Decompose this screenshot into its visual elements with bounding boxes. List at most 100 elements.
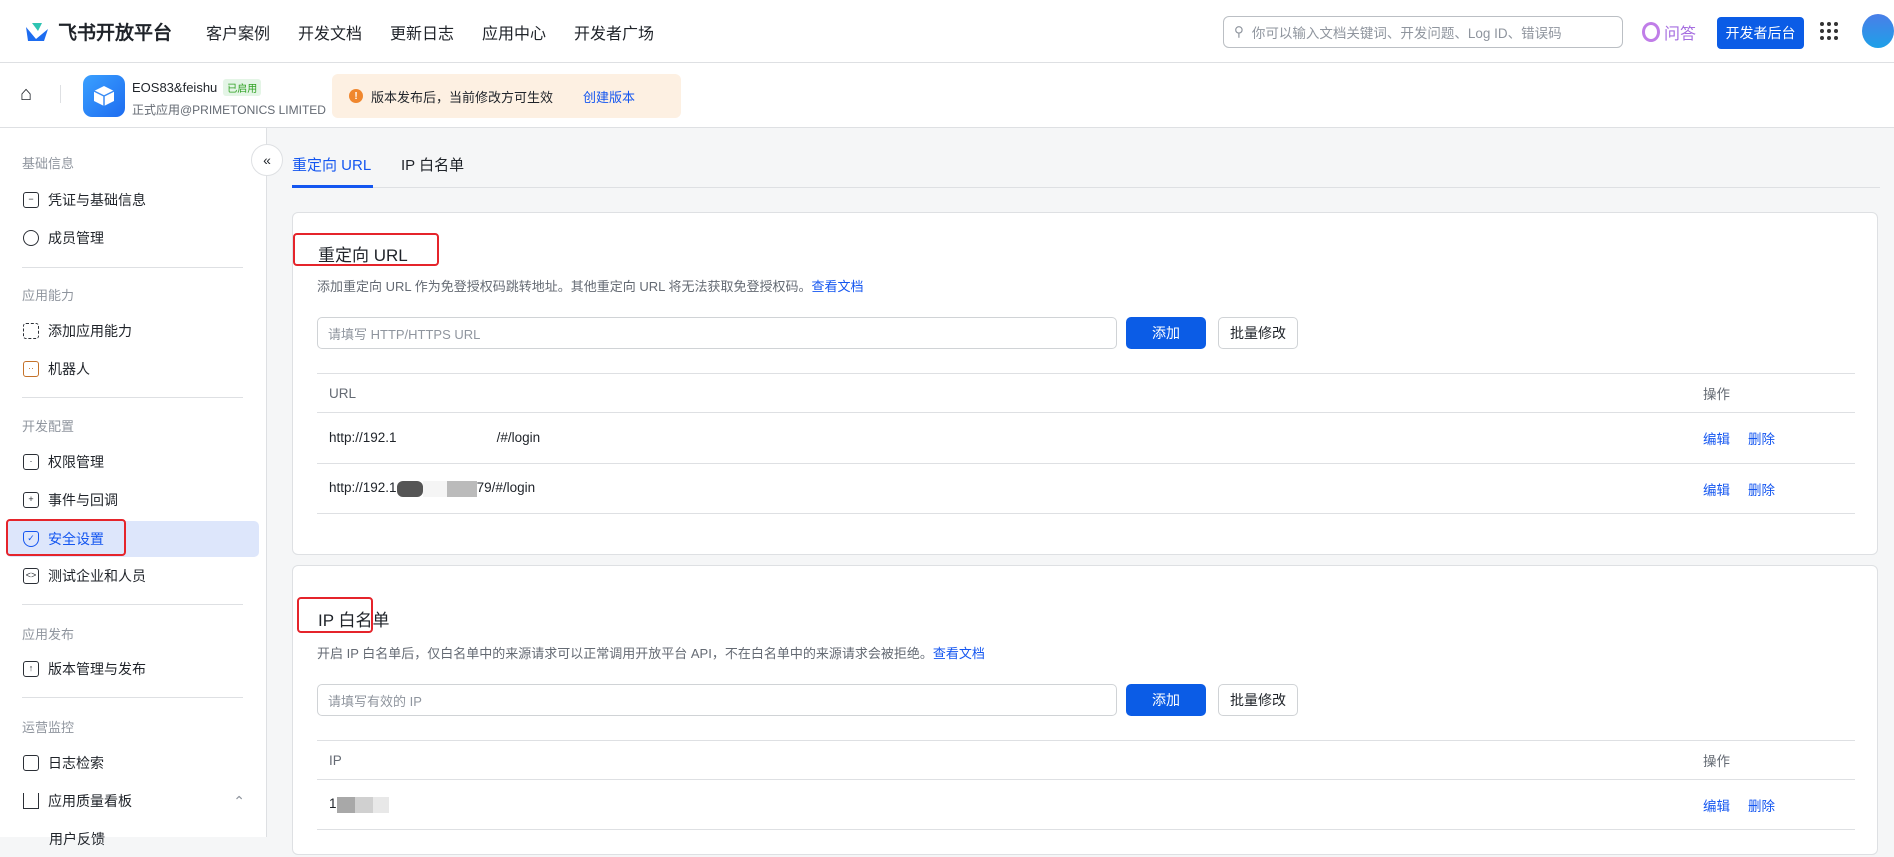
user-avatar[interactable]	[1862, 14, 1894, 48]
sidebar-item-release[interactable]: ↑ 版本管理与发布	[6, 651, 259, 687]
nav-developer-square[interactable]: 开发者广场	[574, 20, 654, 44]
notice-text: 版本发布后，当前修改方可生效	[371, 89, 554, 105]
sidebar-item-feedback[interactable]: 用户反馈	[6, 821, 259, 857]
group-title: 基础信息	[22, 156, 75, 171]
top-navbar: 飞书开放平台 客户案例 开发文档 更新日志 应用中心 开发者广场 ⚲ 你可以输入…	[0, 0, 1894, 63]
group-title: 运营监控	[22, 720, 75, 735]
view-docs-link[interactable]: 查看文档	[812, 279, 864, 294]
col-ops: 操作	[1703, 754, 1730, 769]
tab-redirect-url[interactable]: 重定向 URL	[292, 154, 371, 175]
collapse-sidebar-button[interactable]: «	[251, 144, 283, 176]
home-icon[interactable]: ⌂	[20, 83, 32, 106]
nav-app-center[interactable]: 应用中心	[482, 20, 546, 44]
divider	[22, 397, 243, 398]
ip-prefix: 1	[329, 796, 337, 812]
section-description: 开启 IP 白名单后，仅白名单中的来源请求可以正常调用开放平台 API，不在白名…	[317, 643, 985, 662]
sidebar-item-credentials[interactable]: − 凭证与基础信息	[6, 182, 259, 218]
sidebar-item-logs[interactable]: 日志检索	[6, 745, 259, 781]
redaction	[446, 480, 477, 497]
sidebar-item-members[interactable]: 成员管理	[6, 220, 259, 256]
sidebar-item-add-capability[interactable]: 添加应用能力	[6, 313, 259, 349]
item-label: 日志检索	[48, 755, 104, 771]
user-add-icon	[23, 230, 39, 246]
app-subtitle: 正式应用@PRIMETONICS LIMITED	[132, 103, 326, 117]
sidebar-item-events[interactable]: + 事件与回调	[6, 482, 259, 518]
col-ops: 操作	[1703, 387, 1730, 402]
item-label: 应用质量看板	[48, 793, 132, 809]
delete-link[interactable]: 删除	[1748, 479, 1775, 499]
upload-icon: ↑	[23, 661, 39, 677]
table-row: http://192.1 /#/login 编辑 删除	[317, 412, 1855, 463]
sidebar-item-test-tenant[interactable]: <> 测试企业和人员	[6, 558, 259, 594]
edit-link[interactable]: 编辑	[1703, 428, 1730, 448]
sidebar-item-permissions[interactable]: · 权限管理	[6, 444, 259, 480]
apps-grid-icon[interactable]	[1820, 22, 1838, 40]
group-title: 应用能力	[22, 288, 75, 303]
add-button[interactable]: 添加	[1126, 684, 1206, 716]
tab-ip-whitelist[interactable]: IP 白名单	[401, 154, 464, 175]
view-docs-link[interactable]: 查看文档	[933, 646, 985, 661]
item-label: 添加应用能力	[48, 323, 132, 339]
publish-notice: ! 版本发布后，当前修改方可生效 创建版本	[332, 74, 681, 118]
item-label: 权限管理	[48, 454, 104, 470]
search-input[interactable]: ⚲ 你可以输入文档关键词、开发问题、Log ID、错误码	[1223, 16, 1623, 48]
nav-docs[interactable]: 开发文档	[298, 20, 362, 44]
edit-link[interactable]: 编辑	[1703, 795, 1730, 815]
developer-console-button[interactable]: 开发者后台	[1717, 17, 1804, 49]
desc-text: 开启 IP 白名单后，仅白名单中的来源请求可以正常调用开放平台 API，不在白名…	[317, 646, 933, 661]
delete-link[interactable]: 删除	[1748, 795, 1775, 815]
ip-cell: 1	[329, 796, 389, 813]
double-chevron-left-icon: «	[263, 152, 271, 168]
item-label: 版本管理与发布	[48, 661, 146, 677]
nav-cases[interactable]: 客户案例	[206, 20, 270, 44]
create-version-link[interactable]: 创建版本	[583, 87, 635, 106]
app-header: ⌂	[0, 63, 1894, 128]
divider	[22, 267, 243, 268]
qa-label: 问答	[1664, 26, 1697, 43]
url-prefix: http://192.1	[329, 480, 397, 496]
redaction	[372, 796, 389, 813]
event-icon: +	[23, 492, 39, 508]
lock-icon: ·	[23, 454, 39, 470]
item-label: 凭证与基础信息	[48, 192, 146, 208]
sidebar-item-bot[interactable]: ·· 机器人	[6, 351, 259, 387]
warning-icon: !	[349, 89, 363, 103]
ai-ring-icon	[1642, 22, 1660, 42]
code-icon: <>	[23, 568, 39, 584]
delete-link[interactable]: 删除	[1748, 428, 1775, 448]
add-button[interactable]: 添加	[1126, 317, 1206, 349]
url-cell: http://192.1 79/#/login	[329, 480, 535, 497]
bar-chart-icon	[23, 793, 39, 809]
qa-button[interactable]: 问答	[1642, 20, 1696, 44]
divider	[22, 697, 243, 698]
item-label: 事件与回调	[48, 492, 118, 508]
table-row: http://192.1 79/#/login 编辑 删除	[317, 463, 1855, 514]
section-description: 添加重定向 URL 作为免登授权码跳转地址。其他重定向 URL 将无法获取免登授…	[317, 276, 864, 295]
chevron-up-icon[interactable]: ⌃	[233, 793, 245, 810]
url-cell: http://192.1 /#/login	[329, 430, 540, 446]
bulk-edit-button[interactable]: 批量修改	[1218, 317, 1298, 349]
edit-link[interactable]: 编辑	[1703, 479, 1730, 499]
item-label: 用户反馈	[49, 831, 105, 847]
url-suffix: /#/login	[496, 429, 541, 445]
app-name: EOS83&feishu 已启用	[132, 79, 262, 96]
id-card-icon: −	[23, 192, 39, 208]
ip-input[interactable]: 请填写有效的 IP	[317, 684, 1117, 716]
sidebar: 基础信息 − 凭证与基础信息 成员管理 应用能力 添加应用能力 ·· 机器人 开发配…	[0, 128, 267, 847]
ip-whitelist-card: IP 白名单 开启 IP 白名单后，仅白名单中的来源请求可以正常调用开放平台 A…	[292, 565, 1878, 855]
redirect-url-input[interactable]: 请填写 HTTP/HTTPS URL	[317, 317, 1117, 349]
highlight-box	[293, 233, 439, 266]
app-name-text: EOS83&feishu	[132, 80, 218, 95]
cube-icon	[93, 86, 115, 106]
robot-icon: ··	[23, 361, 39, 377]
redaction	[397, 430, 497, 446]
search-icon: ⚲	[1234, 24, 1244, 39]
apps-add-icon	[23, 323, 39, 339]
bulk-edit-button[interactable]: 批量修改	[1218, 684, 1298, 716]
brand-logo[interactable]: 飞书开放平台	[24, 18, 172, 45]
nav-changelog[interactable]: 更新日志	[390, 20, 454, 44]
redaction	[354, 796, 373, 813]
sidebar-item-quality[interactable]: 应用质量看板 ⌃	[6, 783, 259, 819]
search-placeholder: 你可以输入文档关键词、开发问题、Log ID、错误码	[1251, 26, 1562, 41]
table-row: 1 编辑 删除	[317, 779, 1855, 830]
